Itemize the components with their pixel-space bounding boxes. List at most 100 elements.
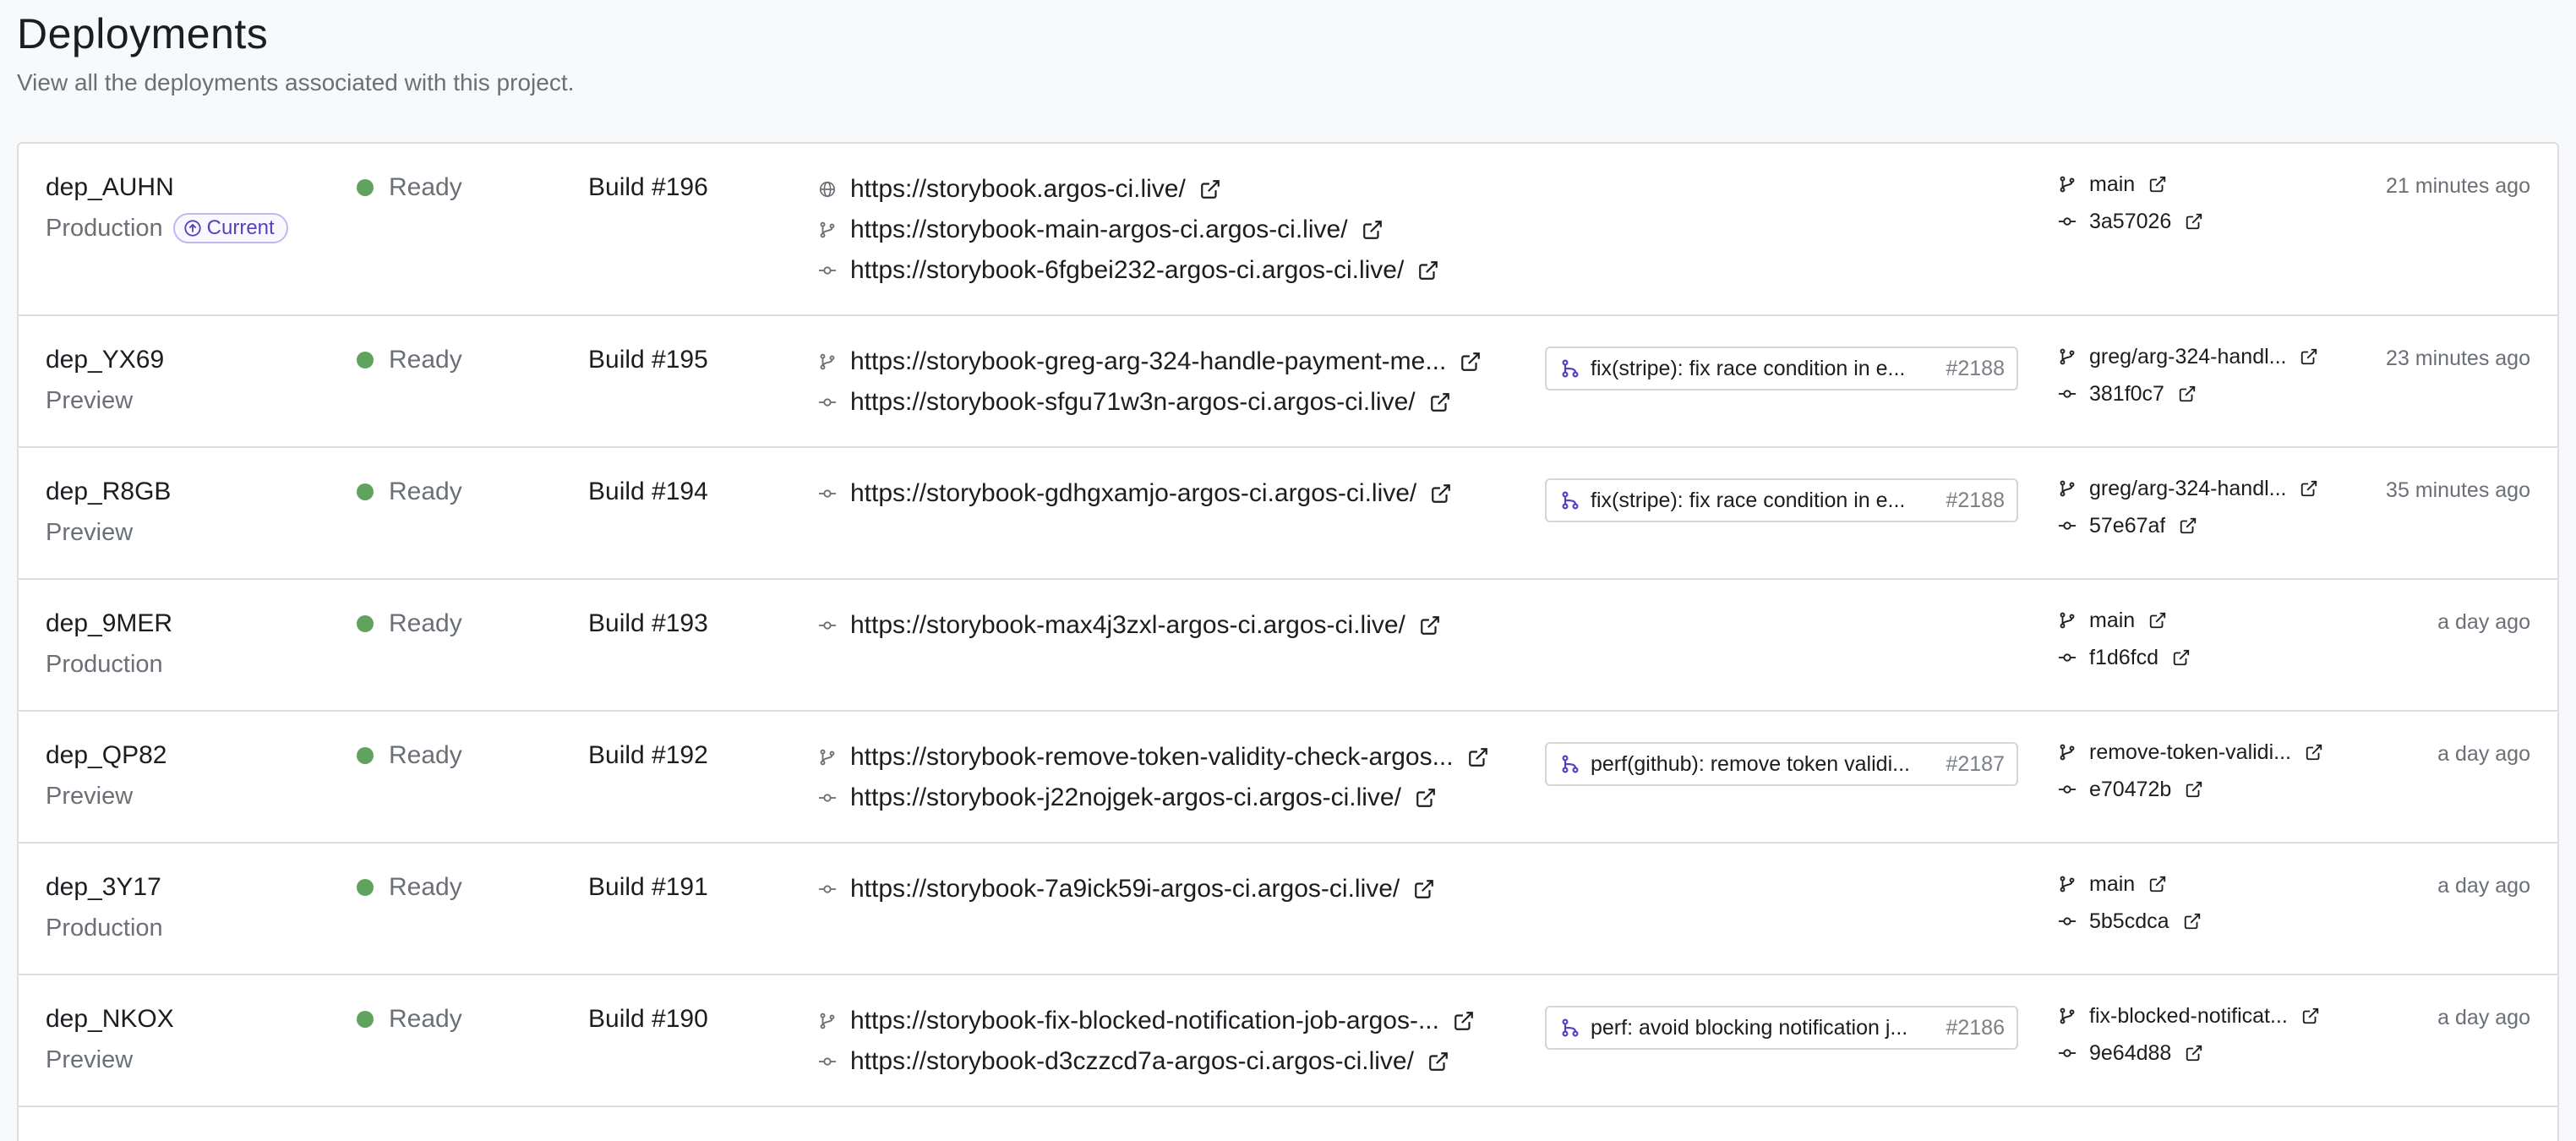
external-link-icon[interactable]	[2300, 478, 2322, 500]
external-link-icon[interactable]	[1417, 259, 1439, 281]
deployment-url-text[interactable]: https://storybook-main-argos-ci.argos-ci…	[850, 216, 1348, 244]
branch-name[interactable]: fix-blocked-notificat...	[2089, 1004, 2288, 1029]
external-link-icon[interactable]	[1427, 1051, 1449, 1073]
deployment-row[interactable]: dep_9MER Production Ready Build #193 https:/…	[19, 580, 2557, 712]
external-link-icon[interactable]	[1453, 1010, 1475, 1032]
branch-name[interactable]: main	[2089, 872, 2135, 897]
external-link-icon[interactable]	[2305, 741, 2327, 763]
deployment-url[interactable]: https://storybook.argos-ci.live/	[816, 169, 1439, 210]
deployment-url[interactable]: https://storybook-j22nojgek-argos-ci.arg…	[816, 778, 1489, 818]
pull-request-chip[interactable]: fix(stripe): fix race condition in e... #…	[1545, 478, 2018, 522]
external-link-icon[interactable]	[2300, 346, 2322, 368]
deployment-id[interactable]: dep_3Y17	[46, 871, 161, 904]
branch-link[interactable]: fix-blocked-notificat...	[2057, 997, 2323, 1035]
deployment-url-text[interactable]: https://storybook-sfgu71w3n-argos-ci.arg…	[850, 388, 1416, 417]
build-link[interactable]: Build #196	[588, 171, 708, 205]
external-link-icon[interactable]	[1419, 614, 1441, 636]
deployment-url-text[interactable]: https://storybook-6fgbei232-argos-ci.arg…	[850, 256, 1404, 285]
deployment-id[interactable]: dep_NKOX	[46, 1002, 174, 1036]
branch-link[interactable]: main	[2057, 166, 2207, 203]
deployment-url[interactable]: https://storybook-gdhgxamjo-argos-ci.arg…	[816, 473, 1452, 514]
external-link-icon[interactable]	[1362, 219, 1384, 241]
deployment-url[interactable]: https://storybook-sfgu71w3n-argos-ci.arg…	[816, 382, 1482, 423]
deployment-id[interactable]: dep_9MER	[46, 607, 172, 641]
deployment-row[interactable]: dep_R8GB Preview Ready Build #194 https://st…	[19, 448, 2557, 580]
external-link-icon[interactable]	[2172, 647, 2194, 669]
branch-name[interactable]: main	[2089, 609, 2135, 633]
external-link-icon[interactable]	[2148, 173, 2170, 195]
external-link-icon[interactable]	[2183, 910, 2205, 932]
branch-link[interactable]: main	[2057, 865, 2205, 903]
external-link-icon[interactable]	[1415, 787, 1437, 809]
build-link[interactable]: Build #193	[588, 607, 708, 641]
deployment-url-text[interactable]: https://storybook-gdhgxamjo-argos-ci.arg…	[850, 479, 1416, 508]
deployment-url-text[interactable]: https://storybook-max4j3zxl-argos-ci.arg…	[850, 611, 1405, 640]
build-link[interactable]: Build #190	[588, 1002, 708, 1036]
deployment-id[interactable]: dep_QP82	[46, 739, 166, 772]
pull-request-chip[interactable]: perf: avoid blocking notification j... #2…	[1545, 1006, 2018, 1050]
deployment-url[interactable]: https://storybook-7a9ick59i-argos-ci.arg…	[816, 869, 1435, 909]
branch-link[interactable]: greg/arg-324-handl...	[2057, 338, 2322, 375]
deployment-url[interactable]: https://storybook-main-argos-ci.argos-ci…	[816, 210, 1439, 250]
commit-link[interactable]: 3a57026	[2057, 203, 2207, 240]
deployment-row[interactable]: dep_NKOX Preview Ready Build #190 https://st…	[19, 975, 2557, 1107]
branch-link[interactable]: greg/arg-324-handl...	[2057, 470, 2322, 507]
external-link-icon[interactable]	[2178, 383, 2200, 405]
deployment-row[interactable]: dep_YX69 Preview Ready Build #195 https://st…	[19, 316, 2557, 448]
deployment-url[interactable]: https://storybook-d3czzcd7a-argos-ci.arg…	[816, 1041, 1475, 1082]
deployment-url-text[interactable]: https://storybook-remove-token-validity-…	[850, 743, 1454, 772]
commit-sha[interactable]: e70472b	[2089, 778, 2171, 802]
deployment-url-text[interactable]: https://storybook-d3czzcd7a-argos-ci.arg…	[850, 1047, 1414, 1076]
external-link-icon[interactable]	[1460, 351, 1482, 373]
external-link-icon[interactable]	[1429, 391, 1451, 413]
deployment-url[interactable]: https://storybook-6fgbei232-argos-ci.arg…	[816, 250, 1439, 291]
build-link[interactable]: Build #194	[588, 475, 708, 509]
commit-link[interactable]: e70472b	[2057, 771, 2327, 808]
deployment-url-text[interactable]: https://storybook-greg-arg-324-handle-pa…	[850, 347, 1446, 376]
commit-link[interactable]: 5b5cdca	[2057, 903, 2205, 940]
build-link[interactable]: Build #195	[588, 343, 708, 377]
external-link-icon[interactable]	[2301, 1005, 2323, 1027]
deployment-url[interactable]: https://storybook-greg-arg-324-handle-pa…	[816, 341, 1482, 382]
branch-link[interactable]: main	[2057, 602, 2194, 639]
commit-sha[interactable]: 5b5cdca	[2089, 909, 2169, 934]
external-link-icon[interactable]	[1467, 746, 1489, 768]
deployment-url-text[interactable]: https://storybook-fix-blocked-notificati…	[850, 1007, 1439, 1035]
commit-link[interactable]: 57e67af	[2057, 507, 2322, 544]
deployment-row[interactable]: dep_3Y17 Production Ready Build #191 https:/…	[19, 843, 2557, 975]
deployment-url[interactable]: https://storybook-remove-token-validity-…	[816, 737, 1489, 778]
commit-link[interactable]: 381f0c7	[2057, 375, 2322, 412]
build-link[interactable]: Build #192	[588, 739, 708, 772]
commit-link[interactable]: f1d6fcd	[2057, 639, 2194, 676]
deployment-id[interactable]: dep_YX69	[46, 343, 164, 377]
external-link-icon[interactable]	[1199, 178, 1221, 200]
deployment-id[interactable]: dep_AUHN	[46, 171, 174, 205]
build-link[interactable]: Build #191	[588, 871, 708, 904]
commit-sha[interactable]: f1d6fcd	[2089, 646, 2158, 670]
deployment-row[interactable]: dep_QP82 Preview Ready Build #192 https://st…	[19, 712, 2557, 843]
pull-request-chip[interactable]: perf(github): remove token validi... #218…	[1545, 742, 2018, 786]
external-link-icon[interactable]	[2148, 873, 2170, 895]
external-link-icon[interactable]	[1413, 878, 1435, 900]
external-link-icon[interactable]	[2185, 778, 2207, 800]
commit-sha[interactable]: 3a57026	[2089, 210, 2171, 234]
external-link-icon[interactable]	[2179, 515, 2201, 537]
branch-link[interactable]: remove-token-validi...	[2057, 734, 2327, 771]
commit-link[interactable]: 9e64d88	[2057, 1035, 2323, 1072]
commit-sha[interactable]: 9e64d88	[2089, 1041, 2171, 1066]
branch-name[interactable]: main	[2089, 172, 2135, 197]
branch-name[interactable]: remove-token-validi...	[2089, 740, 2291, 765]
pull-request-chip[interactable]: fix(stripe): fix race condition in e... #…	[1545, 347, 2018, 390]
external-link-icon[interactable]	[2185, 210, 2207, 232]
external-link-icon[interactable]	[1430, 483, 1452, 505]
branch-name[interactable]: greg/arg-324-handl...	[2089, 477, 2286, 501]
commit-sha[interactable]: 381f0c7	[2089, 382, 2164, 407]
branch-name[interactable]: greg/arg-324-handl...	[2089, 345, 2286, 369]
deployment-url[interactable]: https://storybook-fix-blocked-notificati…	[816, 1001, 1475, 1041]
deployment-id[interactable]: dep_R8GB	[46, 475, 171, 509]
external-link-icon[interactable]	[2148, 609, 2170, 631]
deployment-url[interactable]: https://storybook-max4j3zxl-argos-ci.arg…	[816, 605, 1441, 646]
deployment-url-text[interactable]: https://storybook-7a9ick59i-argos-ci.arg…	[850, 875, 1400, 904]
deployment-url-text[interactable]: https://storybook-j22nojgek-argos-ci.arg…	[850, 783, 1401, 812]
deployment-url-text[interactable]: https://storybook.argos-ci.live/	[850, 175, 1186, 204]
